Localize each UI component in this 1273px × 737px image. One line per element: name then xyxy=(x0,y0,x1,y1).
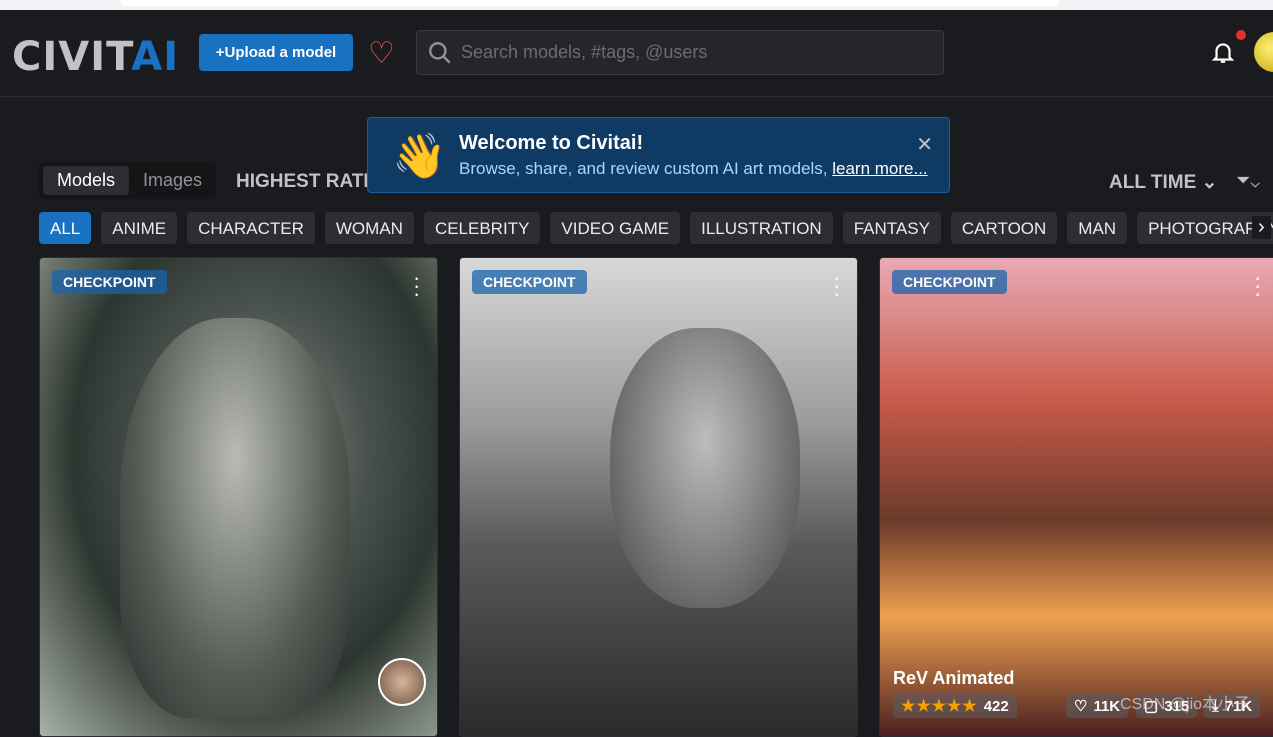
tag-man[interactable]: MAN xyxy=(1067,212,1128,244)
search-icon xyxy=(429,41,451,64)
card-image xyxy=(120,318,350,718)
model-card[interactable]: CHECKPOINT · · · xyxy=(459,257,858,737)
toast-title: Welcome to Civitai! xyxy=(459,132,644,154)
heart-icon[interactable]: ♡ xyxy=(368,36,395,71)
search-bar xyxy=(416,30,944,75)
header: CIVITAI + Upload a model ♡ xyxy=(0,10,1273,97)
filter-icon[interactable]: ⏷⌄ xyxy=(1236,170,1260,191)
type-badge: CHECKPOINT xyxy=(892,270,1007,294)
tag-anime[interactable]: ANIME xyxy=(101,212,178,244)
type-badge: CHECKPOINT xyxy=(52,270,167,294)
heart-icon: ♡ xyxy=(1074,698,1088,715)
welcome-toast: 👋 Welcome to Civitai! Browse, share, and… xyxy=(367,117,950,193)
model-card[interactable]: CHECKPOINT · · · ReV Animated ★★★★★ 422 ♡ 11… xyxy=(879,257,1273,737)
more-options-icon[interactable]: · · · xyxy=(1254,267,1261,305)
rating-pill: ★★★★★ 422 xyxy=(893,694,1017,718)
plus-icon: + xyxy=(215,44,225,61)
tag-celebrity[interactable]: CELEBRITY xyxy=(423,212,541,244)
model-title: ReV Animated xyxy=(893,668,1015,688)
search-input[interactable] xyxy=(461,42,901,63)
tag-woman[interactable]: WOMAN xyxy=(324,212,414,244)
logo[interactable]: CIVITAI xyxy=(12,34,179,80)
waving-hand-icon: 👋 xyxy=(392,132,447,181)
type-segmented-control: Models Images xyxy=(39,162,216,199)
more-options-icon[interactable]: · · · xyxy=(413,267,420,305)
period-dropdown[interactable]: ALL TIME ⌄ xyxy=(1109,171,1217,194)
segment-images[interactable]: Images xyxy=(129,166,216,195)
segment-models[interactable]: Models xyxy=(43,166,130,195)
card-image xyxy=(610,328,800,608)
creator-avatar[interactable] xyxy=(378,658,426,706)
star-rating-icon: ★★★★★ xyxy=(901,698,978,715)
tag-cartoon[interactable]: CARTOON xyxy=(950,212,1058,244)
toast-text: Browse, share, and review custom AI art … xyxy=(459,159,928,178)
tag-character[interactable]: CHARACTER xyxy=(187,212,315,244)
user-avatar[interactable] xyxy=(1254,32,1273,72)
learn-more-link[interactable]: learn more... xyxy=(832,159,927,178)
close-icon[interactable]: ✕ xyxy=(916,132,933,157)
bell-icon[interactable] xyxy=(1210,38,1236,66)
tag-illustration[interactable]: ILLUSTRATION xyxy=(690,212,833,244)
more-options-icon[interactable]: · · · xyxy=(833,267,840,305)
browser-strip xyxy=(0,0,1273,10)
likes-pill: ♡ 11K xyxy=(1066,694,1129,718)
tag-all[interactable]: ALL xyxy=(39,212,92,244)
watermark: CSDN @jio本小子 xyxy=(1120,696,1251,713)
tag-fantasy[interactable]: FANTASY xyxy=(842,212,941,244)
tag-video-game[interactable]: VIDEO GAME xyxy=(550,212,681,244)
notification-dot xyxy=(1236,30,1246,40)
tag-bar: ALL ANIME CHARACTER WOMAN CELEBRITY VIDE… xyxy=(39,212,1273,244)
type-badge: CHECKPOINT xyxy=(472,270,587,294)
chevron-down-icon: ⌄ xyxy=(1201,172,1218,193)
model-card[interactable]: CHECKPOINT · · · xyxy=(39,257,438,737)
chevron-right-icon[interactable]: › xyxy=(1252,216,1271,239)
upload-model-button[interactable]: + Upload a model xyxy=(199,34,353,71)
